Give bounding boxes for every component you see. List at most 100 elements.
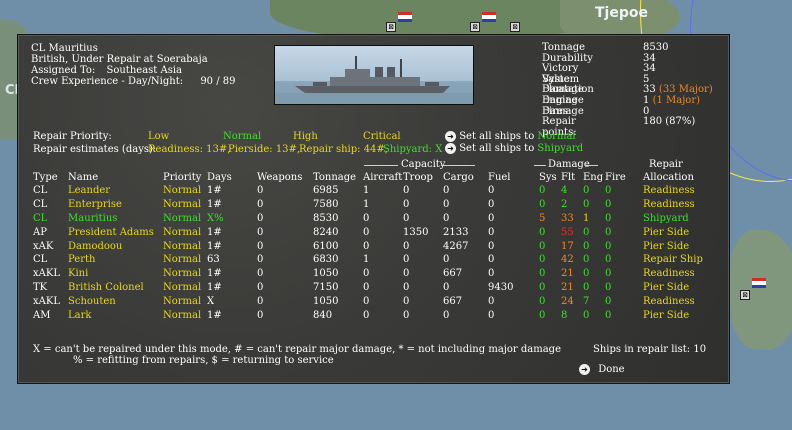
col-tonnage: Tonnage [313, 172, 357, 183]
cell-aircraft: 0 [363, 268, 370, 280]
unit-counter-icon[interactable]: ⊠ [386, 22, 396, 32]
map-place-label: Tjepoe [595, 5, 648, 21]
table-row[interactable]: CL Enterprise Normal 1# 0 7580 1 0 0 0 0 2 0 0 Readine… [33, 198, 703, 212]
estimate-repair-ship[interactable]: Repair ship: 44#, [299, 144, 388, 155]
cell-allocation[interactable]: Readiness [643, 294, 703, 308]
ship-name-link[interactable]: Mauritius [68, 212, 163, 226]
done-button[interactable]: ➜ Done [579, 364, 625, 375]
unit-counter-icon[interactable]: ⊠ [510, 22, 520, 32]
ship-name-link[interactable]: Damodoou [68, 239, 163, 253]
cell-eng: 7 [583, 295, 590, 307]
cell-allocation[interactable]: Readiness [643, 198, 703, 212]
cell-sys: 0 [539, 295, 546, 307]
unit-counter-icon[interactable]: ⊠ [470, 22, 480, 32]
legend: X = can't be repaired under this mode, #… [33, 344, 561, 366]
cell-troop: 0 [403, 212, 410, 224]
table-row[interactable]: TK British Colonel Normal 1# 0 7150 0 0 0 9430 0 21… [33, 281, 703, 295]
cell-sys: 0 [539, 281, 546, 293]
cell-priority[interactable]: Normal [163, 294, 207, 308]
table-row[interactable]: xAKL Kini Normal 1# 0 1050 0 0 667 0 0 21 0 0 Readines… [33, 267, 703, 281]
priority-high[interactable]: High [293, 131, 318, 142]
cell-fire: 0 [605, 309, 612, 321]
cell-troop: 0 [403, 199, 410, 211]
estimate-shipyard[interactable]: Shipyard: X [383, 144, 442, 155]
table-row[interactable]: xAK Damodoou Normal 1# 0 6100 0 0 4267 0 0 17 0 0 Pier… [33, 239, 703, 253]
cell-allocation[interactable]: Shipyard [643, 212, 703, 226]
arrow-right-icon: ➜ [445, 143, 456, 154]
cell-aircraft: 1 [363, 199, 370, 211]
ship-name-link[interactable]: Kini [68, 267, 163, 281]
dutch-flag-icon[interactable] [752, 278, 766, 288]
estimate-readiness[interactable]: Readiness: 13#, [148, 144, 230, 155]
cell-weapons: 0 [257, 199, 264, 211]
cell-weapons: 0 [257, 212, 264, 224]
table-header-row: Type Name Priority Days Weapons Tonnage … [33, 171, 703, 184]
cell-troop: 0 [403, 254, 410, 266]
estimate-pierside[interactable]: Pierside: 13#, [228, 144, 300, 155]
cell-priority[interactable]: Normal [163, 253, 207, 267]
cell-flt: 4 [561, 185, 568, 197]
cell-cargo: 0 [443, 212, 450, 224]
dutch-flag-icon[interactable] [398, 12, 412, 22]
cell-priority[interactable]: Normal [163, 198, 207, 212]
ship-name-link[interactable]: Perth [68, 253, 163, 267]
cell-priority[interactable]: Normal [163, 184, 207, 198]
cell-priority[interactable]: Normal [163, 281, 207, 295]
cell-troop: 0 [403, 240, 410, 252]
cell-tonnage: 1050 [313, 295, 339, 307]
table-row[interactable]: CL Perth Normal 63 0 6830 1 0 0 0 0 42 0 0 Repair Ship [33, 253, 703, 267]
table-row[interactable]: xAKL Schouten Normal X 0 1050 0 0 667 0 0 24 7 0 Readi… [33, 294, 703, 308]
priority-low[interactable]: Low [148, 131, 169, 142]
cell-weapons: 0 [257, 295, 264, 307]
cell-sys: 0 [539, 199, 546, 211]
cell-fire: 0 [605, 281, 612, 293]
table-row[interactable]: AM Lark Normal 1# 0 840 0 0 0 0 0 8 0 0 Pier Side [33, 308, 703, 322]
ship-name-link[interactable]: Leander [68, 184, 163, 198]
capacity-header: Capacity [401, 159, 446, 170]
cell-allocation[interactable]: Pier Side [643, 281, 703, 295]
table-row[interactable]: CL Leander Normal 1# 0 6985 1 0 0 0 0 4 0 0 Readiness [33, 184, 703, 198]
cell-flt: 42 [561, 254, 574, 266]
cell-allocation[interactable]: Readiness [643, 184, 703, 198]
ship-name-link[interactable]: British Colonel [68, 281, 163, 295]
ship-name-link[interactable]: Enterprise [68, 198, 163, 212]
cell-allocation[interactable]: Readiness [643, 267, 703, 281]
cell-priority[interactable]: Normal [163, 225, 207, 239]
ship-name: CL Mauritius [31, 43, 98, 54]
cell-priority[interactable]: Normal [163, 239, 207, 253]
ship-name-link[interactable]: Lark [68, 308, 163, 322]
col-type: Type [33, 172, 58, 183]
cell-fire: 0 [605, 185, 612, 197]
cell-days: 1# [207, 268, 222, 280]
cell-priority[interactable]: Normal [163, 212, 207, 226]
ships-in-list-count: Ships in repair list: 10 [593, 344, 707, 355]
unit-counter-icon[interactable]: ⊠ [740, 290, 750, 300]
cell-allocation[interactable]: Pier Side [643, 225, 703, 239]
col-sys: Sys [539, 172, 557, 183]
set-all-shipyard-button[interactable]: ➜ Set all ships to Shipyard [445, 143, 583, 154]
set-all-normal-button[interactable]: ➜ Set all ships to Normal [445, 131, 576, 142]
cell-priority[interactable]: Normal [163, 267, 207, 281]
cell-priority[interactable]: Normal [163, 308, 207, 322]
table-row[interactable]: CL Mauritius Normal X% 0 8530 0 0 0 0 5 33 1 0 Shipyar… [33, 212, 703, 226]
cell-fire: 0 [605, 212, 612, 224]
table-row[interactable]: AP President Adams Normal 1# 0 8240 0 1350 2133 0… [33, 225, 703, 239]
priority-normal[interactable]: Normal [223, 131, 261, 142]
dutch-flag-icon[interactable] [482, 12, 496, 22]
cell-days: 1# [207, 240, 222, 252]
col-days: Days [207, 172, 232, 183]
cell-eng: 0 [583, 185, 590, 197]
cell-type: CL [33, 212, 48, 224]
cell-allocation[interactable]: Pier Side [643, 239, 703, 253]
ship-name-link[interactable]: Schouten [68, 294, 163, 308]
cell-allocation[interactable]: Repair Ship [643, 253, 703, 267]
ship-name-link[interactable]: President Adams [68, 225, 163, 239]
divider [441, 165, 475, 166]
cell-allocation[interactable]: Pier Side [643, 308, 703, 322]
cell-sys: 0 [539, 240, 546, 252]
cell-type: xAK [33, 240, 54, 252]
cell-fuel: 0 [488, 240, 495, 252]
cell-sys: 0 [539, 185, 546, 197]
cell-troop: 0 [403, 268, 410, 280]
priority-critical[interactable]: Critical [363, 131, 401, 142]
